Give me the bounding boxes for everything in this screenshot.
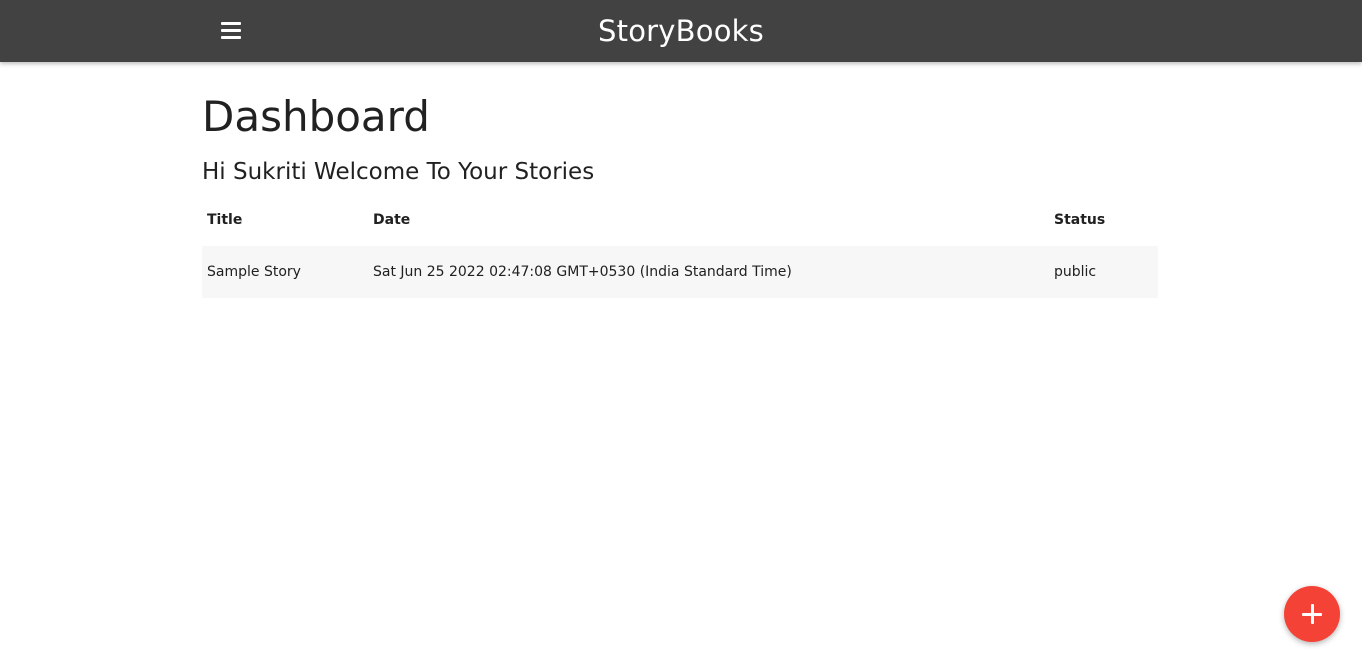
top-navbar: StoryBooks — [0, 0, 1362, 62]
page-title: Dashboard — [202, 92, 430, 141]
brand-logo-link[interactable]: StoryBooks — [0, 12, 1362, 50]
plus-icon-vertical — [1310, 604, 1314, 624]
table-header-row: Title Date Status — [202, 194, 1158, 246]
story-status-cell: public — [1054, 264, 1097, 280]
story-title-cell: Sample Story — [207, 264, 301, 280]
column-header-title: Title — [207, 212, 243, 228]
column-header-date: Date — [373, 212, 411, 228]
story-date-cell: Sat Jun 25 2022 02:47:08 GMT+0530 (India… — [373, 264, 792, 280]
welcome-message: Hi Sukriti Welcome To Your Stories — [202, 159, 595, 185]
stories-table: Title Date Status Sample Story Sat Jun 2… — [202, 194, 1158, 298]
add-story-button[interactable] — [1284, 586, 1340, 642]
table-row: Sample Story Sat Jun 25 2022 02:47:08 GM… — [202, 246, 1158, 298]
column-header-status: Status — [1054, 212, 1106, 228]
